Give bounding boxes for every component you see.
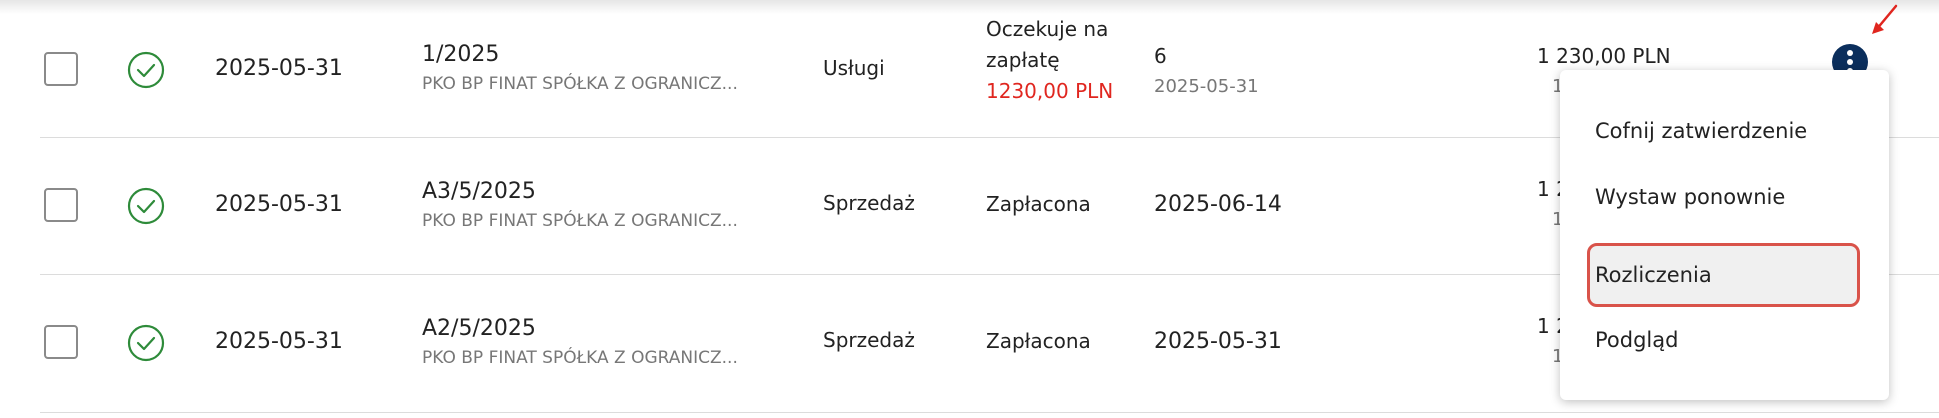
invoice-type: Usługi: [823, 56, 885, 80]
more-vertical-icon: [1847, 59, 1853, 65]
invoice-number[interactable]: A3/5/2025: [422, 179, 536, 204]
due-date: 2025-05-31: [1154, 329, 1282, 354]
gross-amount: 1 230,00 PLN: [1537, 44, 1671, 68]
check-circle-icon: [127, 187, 165, 225]
check-circle-icon: [127, 324, 165, 362]
invoice-number[interactable]: 1/2025: [422, 42, 499, 67]
row-checkbox[interactable]: [44, 52, 78, 86]
red-arrow-icon: [1872, 4, 1898, 34]
invoice-date: 2025-05-31: [215, 329, 343, 354]
contractor-name: PKO BP FINAT SPÓŁKA Z OGRANICZ...: [422, 211, 738, 231]
status-amount: 1230,00 PLN: [986, 79, 1114, 103]
payment-status: Oczekuje na zapłatę 1230,00 PLN: [986, 14, 1113, 107]
status-line-1: Oczekuje na: [986, 17, 1109, 41]
invoice-date: 2025-05-31: [215, 192, 343, 217]
status-line-2: zapłatę: [986, 48, 1060, 72]
check-circle-icon: [127, 51, 165, 89]
document-number: 6: [1154, 44, 1167, 68]
invoice-date: 2025-05-31: [215, 56, 343, 81]
row-actions-menu: Cofnij zatwierdzenie Wystaw ponownie Roz…: [1560, 70, 1889, 400]
menu-item-settlements[interactable]: Rozliczenia: [1595, 263, 1712, 287]
payment-status: Zapłacona: [986, 192, 1091, 216]
contractor-name: PKO BP FINAT SPÓŁKA Z OGRANICZ...: [422, 348, 738, 368]
contractor-name: PKO BP FINAT SPÓŁKA Z OGRANICZ...: [422, 74, 738, 94]
invoice-type: Sprzedaż: [823, 191, 915, 215]
invoice-type: Sprzedaż: [823, 328, 915, 352]
row-checkbox[interactable]: [44, 325, 78, 359]
more-vertical-icon: [1847, 50, 1853, 56]
menu-item-undo-approval[interactable]: Cofnij zatwierdzenie: [1595, 119, 1807, 143]
payment-status: Zapłacona: [986, 329, 1091, 353]
invoice-number[interactable]: A2/5/2025: [422, 316, 536, 341]
due-date: 2025-05-31: [1154, 76, 1259, 97]
menu-item-preview[interactable]: Podgląd: [1595, 328, 1678, 352]
row-checkbox[interactable]: [44, 188, 78, 222]
due-date: 2025-06-14: [1154, 192, 1282, 217]
menu-item-reissue[interactable]: Wystaw ponownie: [1595, 185, 1785, 209]
